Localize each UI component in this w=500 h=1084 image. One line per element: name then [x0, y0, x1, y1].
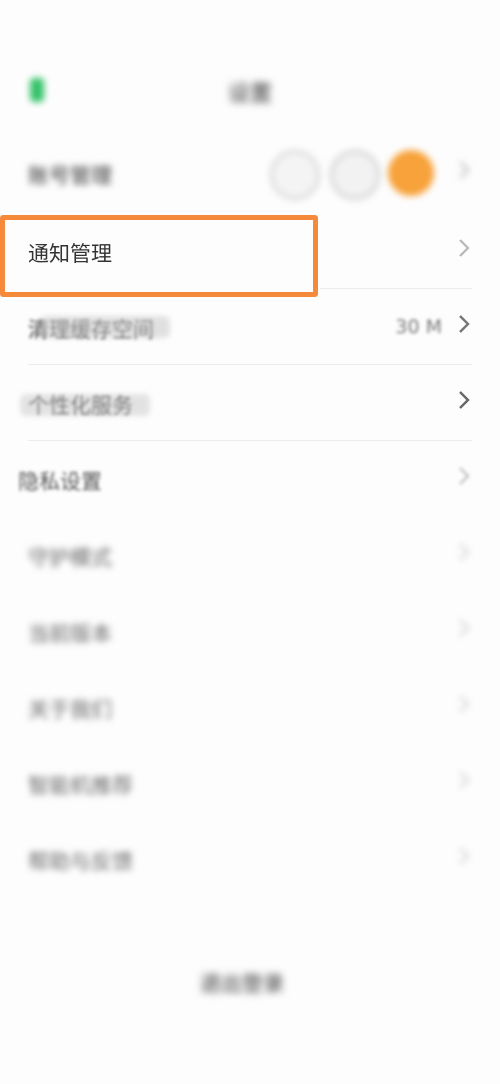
chevron-right-icon — [459, 543, 470, 561]
account-avatar — [330, 150, 380, 200]
chevron-right-icon — [459, 695, 470, 713]
settings-row-about[interactable]: 关于我们 — [0, 670, 500, 746]
cache-size-value: 30 M — [395, 316, 442, 338]
header: 设置 — [0, 60, 500, 124]
settings-row-guardian-mode[interactable]: 守护模式 — [0, 518, 500, 594]
page-title: 设置 — [227, 82, 272, 107]
divider — [28, 440, 472, 441]
chevron-right-icon — [459, 315, 470, 333]
chevron-right-icon — [459, 619, 470, 637]
chevron-right-icon — [459, 847, 470, 865]
settings-row-help[interactable]: 帮助与反馈 — [0, 822, 500, 898]
row-label: 隐私设置 — [18, 470, 102, 494]
settings-row-privacy[interactable]: 隐私设置 — [0, 442, 500, 518]
account-avatar — [388, 150, 434, 196]
divider — [28, 364, 472, 365]
chevron-right-icon — [459, 161, 470, 179]
row-label: 帮助与反馈 — [28, 850, 133, 874]
status-bar — [0, 0, 500, 56]
pixelation-smear — [40, 316, 170, 338]
chevron-right-icon — [459, 239, 470, 257]
settings-row-clear-cache[interactable]: 清理缓存空间 30 M — [0, 290, 500, 366]
divider — [320, 288, 472, 289]
chevron-right-icon — [459, 771, 470, 789]
settings-row-personalization[interactable]: 个性化服务 — [0, 366, 500, 442]
row-label: 关于我们 — [28, 698, 112, 722]
logout-button[interactable]: 退出登录 — [200, 968, 284, 998]
row-label: 当前版本 — [28, 622, 112, 646]
highlight-box — [0, 215, 318, 297]
row-label: 账号管理 — [28, 164, 112, 188]
settings-row-version[interactable]: 当前版本 — [0, 594, 500, 670]
settings-row-account[interactable]: 账号管理 — [0, 136, 500, 212]
row-label: 守护模式 — [28, 546, 112, 570]
pixelation-smear — [20, 394, 150, 416]
chevron-right-icon — [459, 467, 470, 485]
account-avatar — [270, 150, 320, 200]
settings-row-recommend[interactable]: 智能机推荐 — [0, 746, 500, 822]
row-label: 智能机推荐 — [28, 774, 133, 798]
settings-screen: 设置 账号管理 通知管理 清理缓存空间 30 M 个性化服务 — [0, 0, 500, 1084]
chevron-right-icon — [459, 391, 470, 409]
